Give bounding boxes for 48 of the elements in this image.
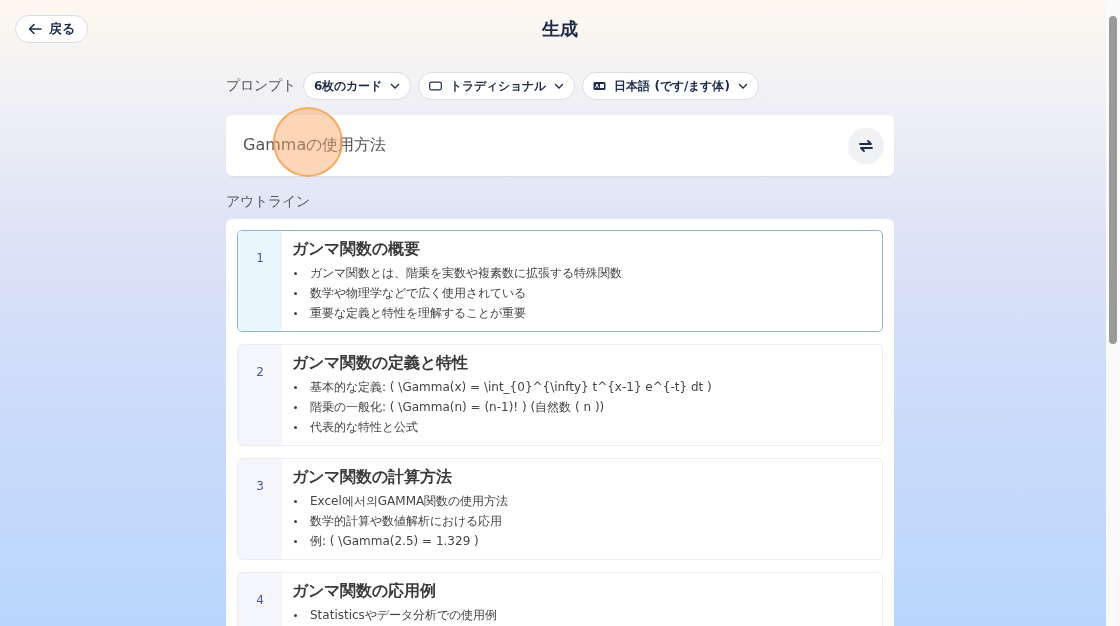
card-title: ガンマ関数の計算方法 [292, 466, 453, 488]
page-title: 生成 [542, 17, 578, 41]
bullet-icon [294, 291, 297, 295]
bullet-text: 基本的な定義: ( \Gamma(x) = \int_{0}^{\infty} t^{x-1} e^{-t} dt ) [310, 379, 712, 395]
option-dropdown[interactable]: 6枚のカード [303, 72, 412, 100]
outline-card[interactable]: 3 ガンマ関数の計算方法 Excel에서의GAMMA関数の使用方法 数学的計算や数値解析における応用 例: ( \Gamma(2.5) = 1.329 ) [237, 458, 883, 560]
chevron-down-icon [554, 83, 565, 89]
card-number: 4 [238, 573, 282, 626]
bullet-icon [294, 499, 297, 503]
bullet-icon [294, 519, 297, 523]
card-title: ガンマ関数の応用例 [292, 580, 437, 602]
bullet-text: 重要な定義と特性を理解することが重要 [310, 305, 526, 321]
bullet-icon [294, 271, 297, 275]
bullet-text: 数学的計算や数値解析における応用 [310, 513, 502, 529]
card-title: ガンマ関数の定義と特性 [292, 352, 469, 374]
option-dropdown[interactable]: トラディショナル [418, 72, 576, 100]
bullet-icon [294, 405, 297, 409]
bullet-text: 階乗の一般化: ( \Gamma(n) = (n-1)! ) (自然数 ( n )) [310, 399, 605, 415]
option-dropdown[interactable]: 日本語 (です/ます体) [582, 72, 759, 100]
bullet-text: Excel에서의GAMMA関数の使用方法 [310, 493, 509, 509]
bullet-icon [294, 613, 297, 617]
bullet-text: 代表的な特性と公式 [310, 419, 418, 435]
chevron-down-icon [737, 83, 748, 89]
bullet-icon [294, 385, 297, 389]
bullet-text: Statisticsやデータ分析での使用例 [310, 607, 497, 623]
outline-card[interactable]: 2 ガンマ関数の定義と特性 基本的な定義: ( \Gamma(x) = \int_{0}^{\infty} t^{x-1} e^{-t} dt ) 階乗の一般化: ( \Gamma(n) = (n-1)! ) (自然数 ( n )) 代表的な特性と公式 [237, 344, 883, 446]
card-number: 2 [238, 345, 282, 445]
scrollbar[interactable] [1106, 0, 1120, 626]
bullet-text: 数学や物理学などで広く使用されている [310, 285, 526, 301]
chevron-down-icon [390, 83, 401, 89]
outline-label: アウトライン [226, 193, 311, 211]
bullet-text: ガンマ関数とは、階乗を実数や複素数に拡張する特殊関数 [310, 265, 622, 281]
outline-card[interactable]: 4 ガンマ関数の応用例 Statisticsやデータ分析での使用例 [237, 572, 883, 626]
card-number: 1 [238, 231, 282, 331]
outline-card[interactable]: 1 ガンマ関数の概要 ガンマ関数とは、階乗を実数や複素数に拡張する特殊関数 数学や物理学などで広く使用されている 重要な定義と特性を理解することが重要 [237, 230, 883, 332]
arrow-left-icon [28, 23, 42, 35]
card-title: ガンマ関数の概要 [292, 238, 421, 260]
card-number: 3 [238, 459, 282, 559]
bullet-icon [294, 539, 297, 543]
swap-arrows-icon [858, 137, 874, 154]
bullet-icon [294, 311, 297, 315]
regenerate-button[interactable] [848, 127, 884, 164]
back-button[interactable]: 戻る [15, 15, 88, 43]
bullet-text: 例: ( \Gamma(2.5) = 1.329 ) [310, 533, 479, 549]
prompt-label: プロンプト [226, 77, 296, 95]
card-icon [429, 81, 443, 91]
bullet-icon [294, 425, 297, 429]
language-icon [593, 81, 607, 91]
